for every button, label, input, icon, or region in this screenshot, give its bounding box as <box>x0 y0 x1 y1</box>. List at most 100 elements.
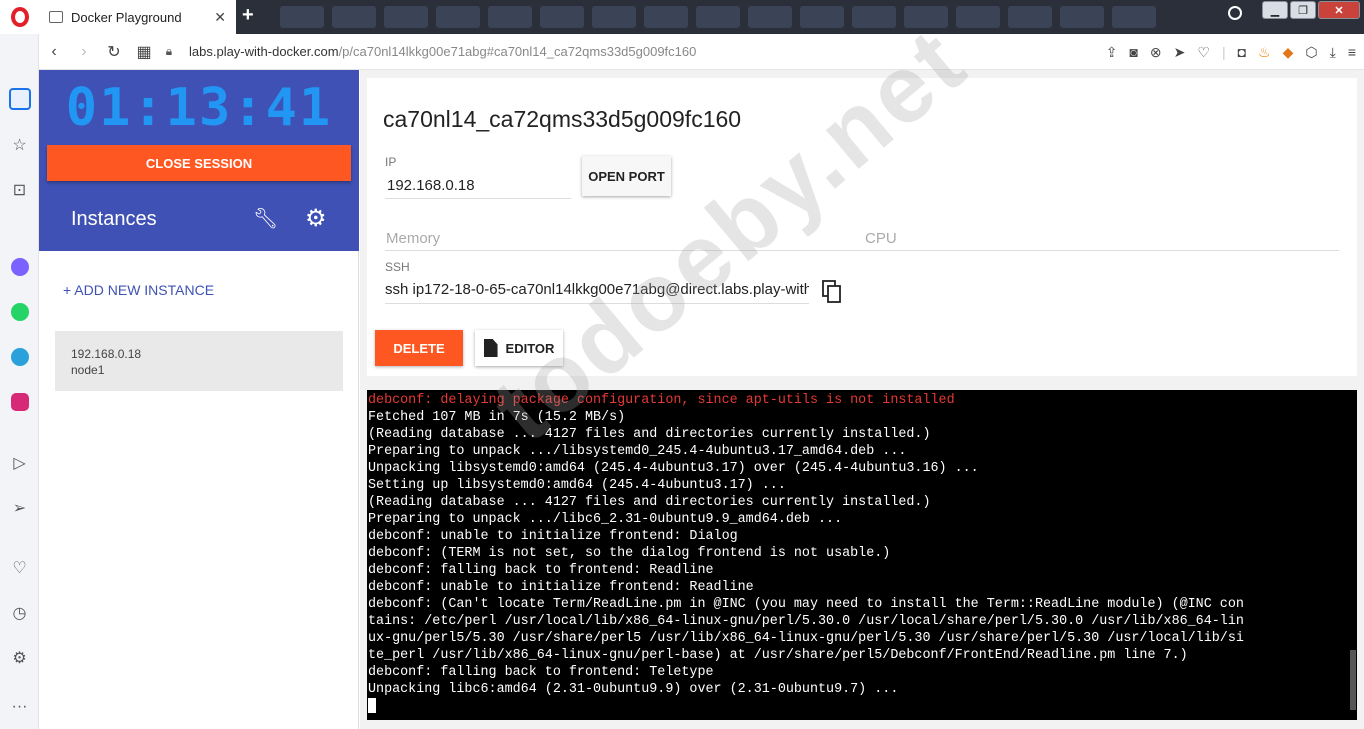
terminal-line: tains: /etc/perl /usr/local/lib/x86_64-l… <box>368 614 1244 629</box>
add-new-instance-link[interactable]: + ADD NEW INSTANCE <box>63 282 214 298</box>
instance-details-card: ca70nl14_ca72qms33d5g009fc160 IP 192.168… <box>367 78 1357 376</box>
instance-ip: 192.168.0.18 <box>71 347 142 361</box>
terminal-prompt <box>368 698 1357 715</box>
terminal-line: debconf: unable to initialize frontend: … <box>368 580 754 595</box>
lock-icon[interactable]: 🔒︎ <box>159 44 179 59</box>
instances-title: Instances <box>71 208 157 230</box>
session-timer: 01:13:41 <box>65 78 333 138</box>
camera-icon[interactable]: ◘ <box>1238 44 1246 60</box>
cpu-label: CPU <box>865 230 897 247</box>
forward-icon[interactable]: › <box>69 43 99 61</box>
metamask-icon[interactable]: ◆ <box>1283 44 1294 61</box>
editor-label: EDITOR <box>505 340 555 356</box>
instance-list-item[interactable]: 192.168.0.18 node1 <box>55 331 343 391</box>
stats-underline <box>385 250 1339 251</box>
open-port-button[interactable]: OPEN PORT <box>582 156 671 196</box>
window-close-button[interactable]: ✕ <box>1318 1 1360 19</box>
instagram-icon[interactable] <box>0 387 39 417</box>
wrench-icon[interactable]: 🔧︎ <box>253 206 278 231</box>
share-icon[interactable]: ⇪ <box>1106 44 1118 61</box>
session-header: 01:13:41 CLOSE SESSION Instances 🔧︎ ⚙ <box>39 70 359 251</box>
settings-icon[interactable]: ⚙ <box>0 643 39 673</box>
tab-title: Docker Playground <box>71 9 182 25</box>
window-controls: ▁ ❐ ✕ <box>1249 0 1364 34</box>
search-tabs-icon[interactable] <box>1228 6 1242 20</box>
terminal-line: debconf: falling back to frontend: Telet… <box>368 665 714 680</box>
telegram-icon[interactable] <box>0 342 39 372</box>
terminal-line: ux-gnu/perl5/5.30 /usr/share/perl5 /usr/… <box>368 631 1244 646</box>
whatsapp-icon[interactable] <box>0 297 39 327</box>
ssh-underline <box>385 303 809 304</box>
terminal-line: debconf: falling back to frontend: Readl… <box>368 563 714 578</box>
terminal-line: debconf: delaying package configuration,… <box>368 393 955 408</box>
back-icon[interactable]: ‹ <box>39 43 69 61</box>
messenger-icon[interactable] <box>0 252 39 282</box>
address-bar: ‹ › ↻ ▦ 🔒︎ labs.play-with-docker.com/p/c… <box>39 34 1364 70</box>
taskbar-background <box>270 0 1249 34</box>
opera-logo[interactable] <box>0 0 39 34</box>
star-icon[interactable]: ☆ <box>0 130 39 160</box>
file-icon <box>483 339 498 357</box>
history-icon[interactable]: ◷ <box>0 598 39 628</box>
copy-icon[interactable] <box>822 280 842 304</box>
instance-name: ca70nl14_ca72qms33d5g009fc160 <box>383 106 742 132</box>
ip-label: IP <box>385 155 397 169</box>
browser-tab[interactable]: Docker Playground ✕ <box>39 0 236 34</box>
terminal-line: Preparing to unpack .../libsystemd0_245.… <box>368 444 907 459</box>
snapshot-icon[interactable]: ◙ <box>1129 44 1137 60</box>
terminal-line: debconf: (Can't locate Term/ReadLine.pm … <box>368 597 1244 612</box>
adblock-icon[interactable]: ⊗ <box>1150 44 1162 61</box>
opera-sidebar: ☆ ⊡ ▷ ➢ ♡ ◷ ⚙ ··· <box>0 34 39 729</box>
maximize-button[interactable]: ❐ <box>1290 1 1316 19</box>
bookmark-heart-icon[interactable]: ♡ <box>1197 44 1210 61</box>
memory-label: Memory <box>386 230 441 247</box>
extensions-cube-icon[interactable]: ⬡ <box>1305 44 1317 61</box>
session-panel: 01:13:41 CLOSE SESSION Instances 🔧︎ ⚙ + … <box>39 70 359 729</box>
speed-dial-icon[interactable]: ▦ <box>129 42 159 62</box>
ip-underline <box>385 198 571 199</box>
extension-fire-icon[interactable]: ♨ <box>1258 44 1271 61</box>
close-session-button[interactable]: CLOSE SESSION <box>47 145 351 181</box>
send-to-flow-icon[interactable]: ➤ <box>1174 44 1186 61</box>
ssh-field[interactable]: ssh ip172-18-0-65-ca70nl14lkkg00e71abg@d… <box>385 281 809 298</box>
url-host: labs.play-with-docker.com <box>189 44 339 59</box>
terminal-line: Preparing to unpack .../libc6_2.31-0ubun… <box>368 512 843 527</box>
terminal-line: Unpacking libsystemd0:amd64 (245.4-4ubun… <box>368 461 979 476</box>
terminal-line: debconf: unable to initialize frontend: … <box>368 529 738 544</box>
url-path: /p/ca70nl14lkkg00e71abg#ca70nl14_ca72qms… <box>338 44 697 59</box>
bag-icon[interactable]: ⊡ <box>0 175 39 205</box>
terminal-output: debconf: delaying package configuration,… <box>368 392 1357 698</box>
minimize-button[interactable]: ▁ <box>1262 1 1288 19</box>
downloads-icon[interactable]: ⤓ <box>1330 44 1336 61</box>
opera-icon <box>10 7 29 27</box>
tab-favicon-icon <box>49 11 63 23</box>
send-icon[interactable]: ➢ <box>0 493 39 523</box>
reload-icon[interactable]: ↻ <box>99 42 129 62</box>
instance-main: ca70nl14_ca72qms33d5g009fc160 IP 192.168… <box>360 70 1364 729</box>
home-icon[interactable] <box>0 84 39 114</box>
heart-icon[interactable]: ♡ <box>0 553 39 583</box>
close-tab-icon[interactable]: ✕ <box>214 9 226 26</box>
terminal-line: (Reading database ... 4127 files and dir… <box>368 495 931 510</box>
terminal-line: te_perl /usr/lib/x86_64-linux-gnu/perl-b… <box>368 648 1188 663</box>
terminal-line: Unpacking libc6:amd64 (2.31-0ubuntu9.9) … <box>368 682 899 697</box>
delete-instance-button[interactable]: DELETE <box>375 330 463 366</box>
terminal-line: Fetched 107 MB in 7s (15.2 MB/s) <box>368 410 626 425</box>
terminal-line: debconf: (TERM is not set, so the dialog… <box>368 546 891 561</box>
browser-tab-strip: Docker Playground ✕ + ▁ ❐ ✕ <box>0 0 1364 34</box>
more-icon[interactable]: ··· <box>0 692 39 722</box>
instance-node-name: node1 <box>71 363 105 377</box>
address-bar-actions: ⇪ ◙ ⊗ ➤ ♡ | ◘ ♨ ◆ ⬡ ⤓ ≡ <box>1105 43 1356 61</box>
player-icon[interactable]: ▷ <box>0 448 39 478</box>
url-field[interactable]: labs.play-with-docker.com/p/ca70nl14lkkg… <box>189 44 696 59</box>
terminal[interactable]: debconf: delaying package configuration,… <box>367 390 1357 720</box>
editor-button[interactable]: EDITOR <box>475 330 563 366</box>
menu-icon[interactable]: ≡ <box>1348 44 1356 60</box>
terminal-line: Setting up libsystemd0:amd64 (245.4-4ubu… <box>368 478 786 493</box>
new-tab-button[interactable]: + <box>242 4 254 27</box>
terminal-scrollbar[interactable] <box>1350 650 1356 710</box>
ip-value: 192.168.0.18 <box>387 177 475 194</box>
ssh-label: SSH <box>385 260 410 274</box>
terminal-line: (Reading database ... 4127 files and dir… <box>368 427 931 442</box>
gear-icon[interactable]: ⚙ <box>305 204 327 233</box>
